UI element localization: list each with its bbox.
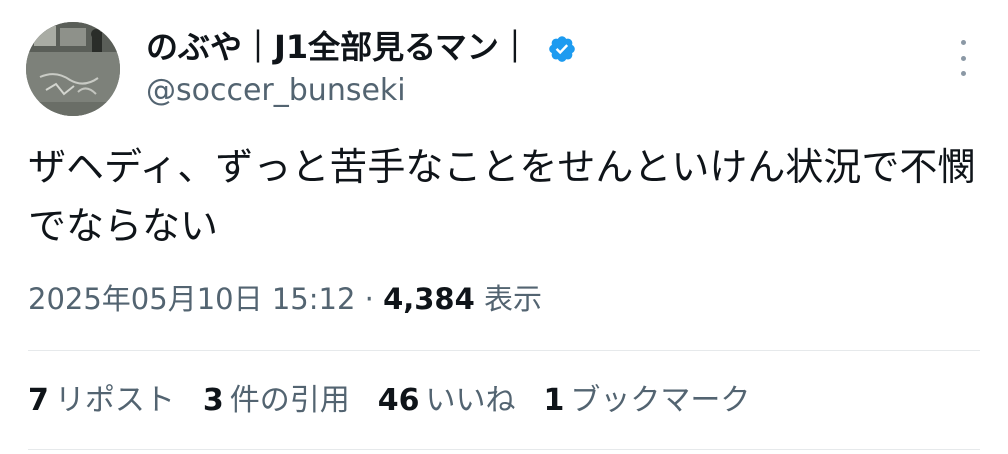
engagement-stats: 7 リポスト 3 件の引用 46 いいね 1 ブックマーク [28,381,778,421]
more-options-icon[interactable] [950,40,976,76]
divider [28,350,980,351]
stat-count: 46 [377,383,420,418]
avatar-image [26,22,120,116]
stat-label: 件の引用 [229,383,350,418]
stat-reposts[interactable]: 7 リポスト [28,381,175,421]
stat-count: 3 [202,383,224,418]
stat-label: ブックマーク [570,383,751,418]
author-handle[interactable]: @soccer_bunseki [146,72,406,110]
tweet-card: のぶや｜J1全部見るマン｜ @soccer_bunseki ザヘディ、ずっと苦手… [0,0,1008,454]
author-name[interactable]: のぶや｜J1全部見るマン｜ [146,26,577,68]
author-name-text: のぶや｜J1全部見るマン｜ [146,28,531,66]
stat-likes[interactable]: 46 いいね [378,381,516,421]
views-count: 4,384 [383,282,475,316]
stat-count: 7 [28,383,49,418]
stat-bookmarks[interactable]: 1 ブックマーク [544,381,751,421]
divider [28,449,980,450]
meta-separator: · [364,282,384,316]
stat-quotes[interactable]: 3 件の引用 [203,381,350,421]
stat-label: リポスト [54,383,175,418]
verified-badge-icon [547,32,577,62]
views-label: 表示 [484,282,543,316]
tweet-timestamp[interactable]: 2025年05月10日 15:12 [28,282,355,316]
tweet-text: ザヘディ、ずっと苦手なことをせんといけん状況で不憫でならない [28,145,976,248]
stat-label: いいね [425,383,516,418]
avatar[interactable] [26,22,120,116]
tweet-meta: 2025年05月10日 15:12 · 4,384 表示 [28,280,542,318]
stat-count: 1 [543,383,565,418]
